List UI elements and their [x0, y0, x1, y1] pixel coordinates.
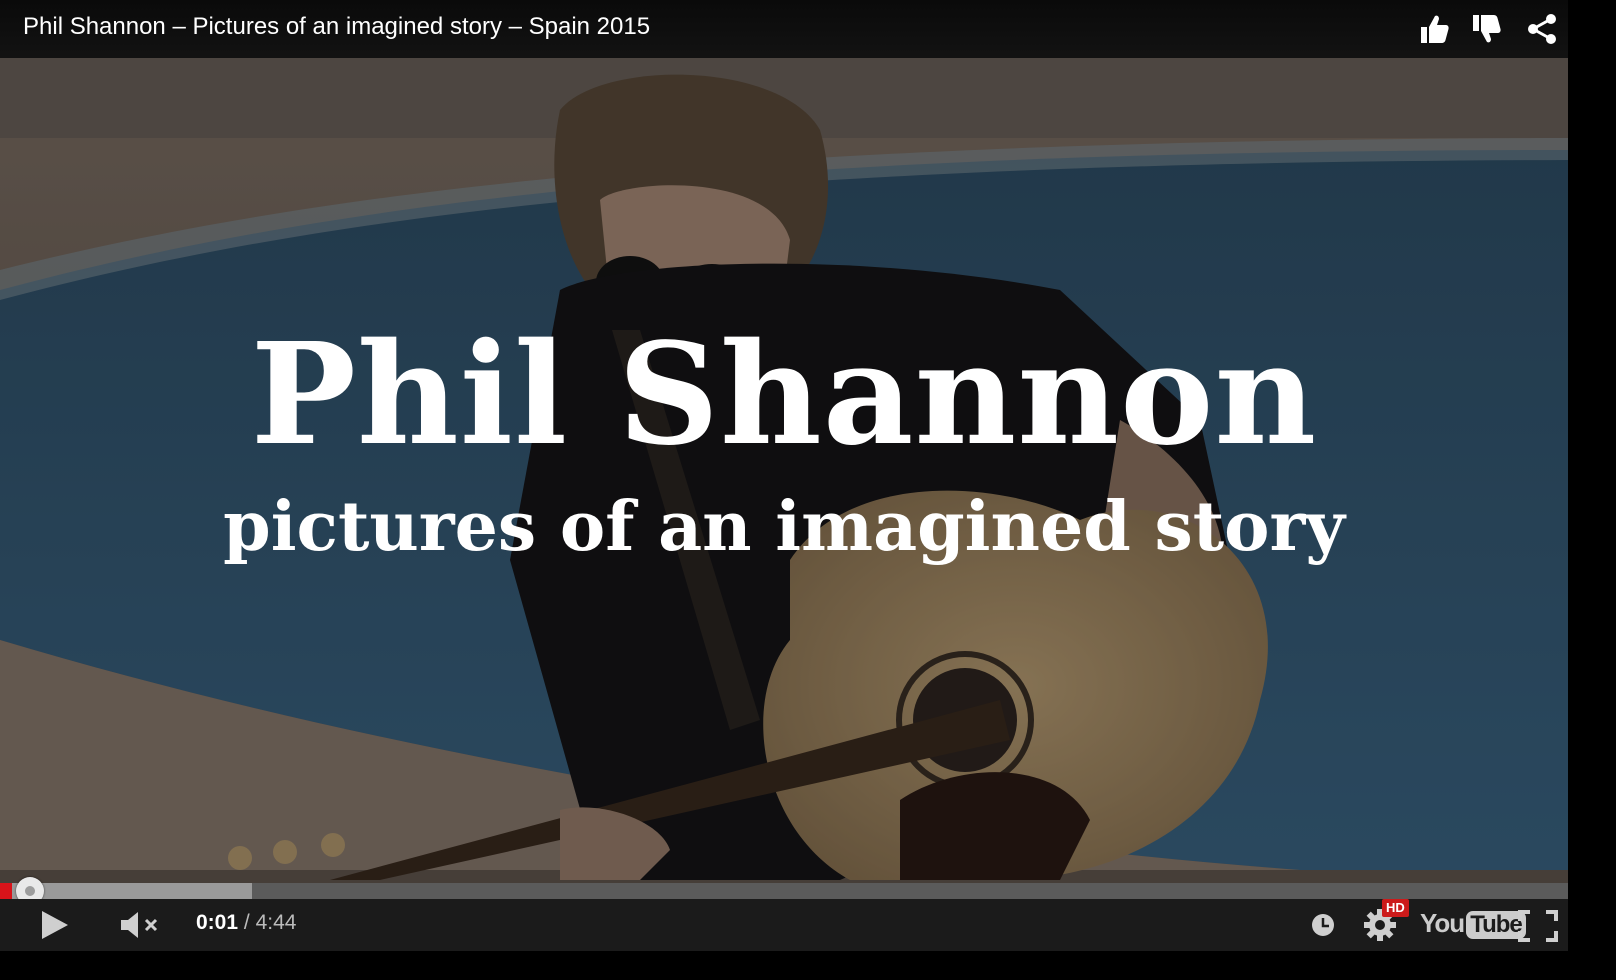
- youtube-logo-you: You: [1420, 908, 1465, 938]
- youtube-logo-tube: Tube: [1466, 911, 1526, 939]
- title-bar: Phil Shannon – Pictures of an imagined s…: [0, 0, 1568, 58]
- thumbs-up-icon: [1418, 13, 1450, 45]
- fullscreen-icon: [1518, 910, 1558, 942]
- fullscreen-button[interactable]: [1518, 910, 1558, 942]
- like-button[interactable]: [1418, 13, 1450, 45]
- youtube-logo[interactable]: You Tube: [1420, 908, 1526, 939]
- watch-later-button[interactable]: [1310, 912, 1336, 938]
- title-card-subheading: pictures of an imagined story: [223, 487, 1345, 567]
- dislike-button[interactable]: [1470, 13, 1502, 45]
- control-bar: 0:01 / 4:44 HD You Tube: [0, 899, 1568, 951]
- mute-button[interactable]: [120, 911, 162, 939]
- time-display: 0:01 / 4:44: [196, 911, 296, 935]
- share-icon: [1526, 13, 1558, 45]
- progress-bar[interactable]: [0, 883, 1568, 899]
- duration: 4:44: [255, 911, 297, 934]
- progress-played: [0, 883, 12, 899]
- time-separator: /: [243, 911, 250, 934]
- video-title[interactable]: Phil Shannon – Pictures of an imagined s…: [23, 13, 650, 41]
- clock-icon: [1310, 912, 1336, 938]
- volume-muted-icon: [120, 911, 162, 939]
- play-button[interactable]: [40, 909, 70, 941]
- play-icon: [40, 909, 70, 941]
- title-card-heading: Phil Shannon: [250, 313, 1318, 477]
- thumbs-down-icon: [1470, 13, 1502, 45]
- hd-badge: HD: [1382, 899, 1409, 917]
- video-player[interactable]: Phil Shannon pictures of an imagined sto…: [0, 0, 1568, 951]
- current-time: 0:01: [196, 911, 239, 934]
- share-button[interactable]: [1526, 13, 1558, 45]
